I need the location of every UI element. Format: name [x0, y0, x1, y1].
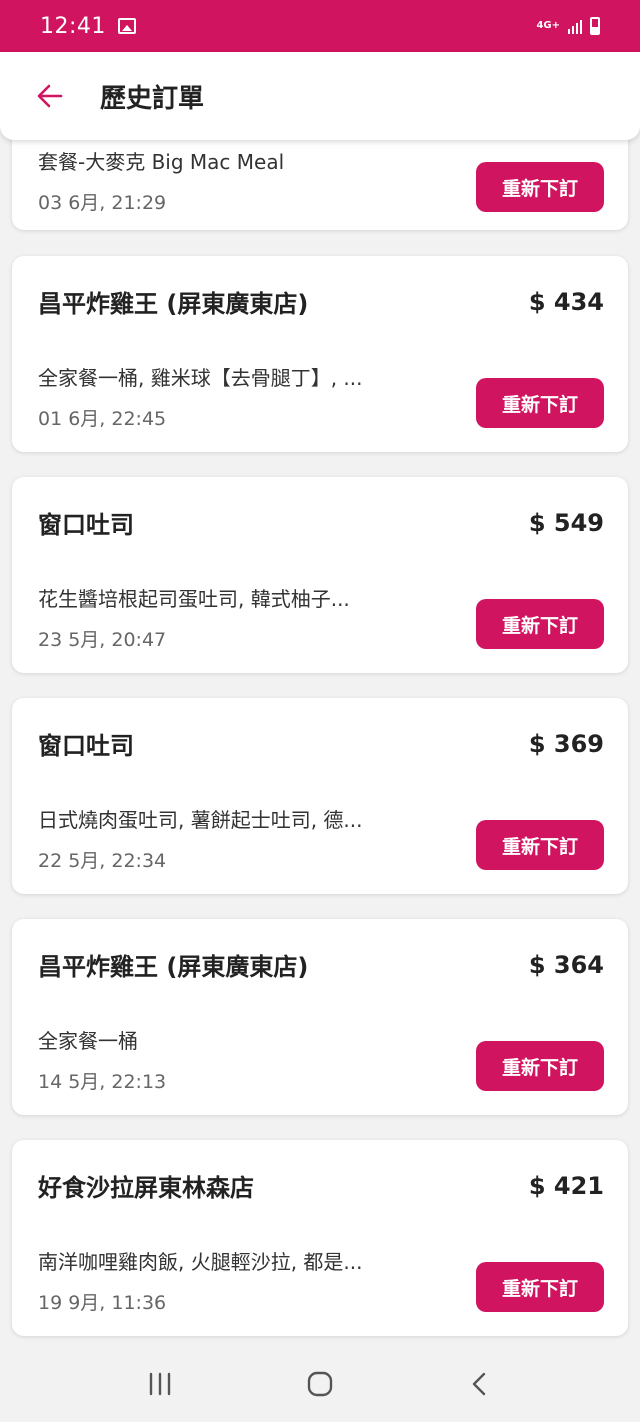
store-name: 昌平炸雞王 (屏東廣東店): [38, 953, 309, 981]
order-list[interactable]: 套餐-大麥克 Big Mac Meal 03 6月, 21:29 重新下訂 昌平…: [0, 140, 640, 1346]
order-card: 昌平炸雞王 (屏東廣東店) $ 434 全家餐一桶, 雞米球【去骨腿丁】, ..…: [12, 256, 628, 452]
order-items: 日式燒肉蛋吐司, 薯餅起士吐司, 德...: [38, 808, 363, 832]
home-button[interactable]: [290, 1354, 350, 1414]
system-nav-bar: [0, 1346, 640, 1422]
network-label: 4G+: [536, 20, 560, 31]
order-price: $ 369: [528, 729, 604, 758]
store-name: 窗口吐司: [38, 732, 134, 760]
chevron-left-icon: [472, 1372, 486, 1396]
order-card: 好食沙拉屏東林森店 $ 421 南洋咖哩雞肉飯, 火腿輕沙拉, 都是... 19…: [12, 1140, 628, 1336]
reorder-button[interactable]: 重新下訂: [476, 820, 604, 870]
card-header: 窗口吐司 $ 369: [38, 726, 604, 761]
reorder-button[interactable]: 重新下訂: [476, 1041, 604, 1091]
store-name: 窗口吐司: [38, 511, 134, 539]
battery-icon: [590, 17, 600, 35]
card-header: 昌平炸雞王 (屏東廣東店) $ 364: [38, 947, 604, 982]
image-icon: [117, 18, 136, 34]
order-price: $ 434: [528, 287, 604, 316]
order-items: 南洋咖哩雞肉飯, 火腿輕沙拉, 都是...: [38, 1250, 363, 1274]
order-date: 01 6月, 22:45: [38, 408, 167, 430]
order-card: 窗口吐司 $ 549 花生醬培根起司蛋吐司, 韓式柚子... 23 5月, 20…: [12, 477, 628, 673]
app-bar: 歷史訂單: [0, 52, 640, 140]
reorder-button[interactable]: 重新下訂: [476, 599, 604, 649]
status-time: 12:41: [40, 13, 106, 39]
order-price: $ 421: [528, 1171, 604, 1200]
order-card: 套餐-大麥克 Big Mac Meal 03 6月, 21:29 重新下訂: [12, 140, 628, 230]
status-bar: 12:41 4G+: [0, 0, 640, 52]
page-title: 歷史訂單: [100, 83, 205, 114]
order-items: 花生醬培根起司蛋吐司, 韓式柚子...: [38, 587, 350, 611]
order-items: 套餐-大麥克 Big Mac Meal: [38, 150, 285, 174]
reorder-button[interactable]: 重新下訂: [476, 378, 604, 428]
store-name: 好食沙拉屏東林森店: [38, 1174, 254, 1202]
card-header: 昌平炸雞王 (屏東廣東店) $ 434: [38, 284, 604, 319]
reorder-button[interactable]: 重新下訂: [476, 1262, 604, 1312]
order-price: $ 364: [528, 950, 604, 979]
order-date: 19 9月, 11:36: [38, 1292, 167, 1314]
order-card: 窗口吐司 $ 369 日式燒肉蛋吐司, 薯餅起士吐司, 德... 22 5月, …: [12, 698, 628, 894]
status-right: 4G+: [536, 17, 600, 35]
order-items: 全家餐一桶, 雞米球【去骨腿丁】, ...: [38, 366, 363, 390]
reorder-button[interactable]: 重新下訂: [476, 162, 604, 212]
recent-apps-icon: [149, 1372, 171, 1396]
order-date: 22 5月, 22:34: [38, 850, 167, 872]
order-items: 全家餐一桶: [38, 1029, 138, 1053]
status-left: 12:41: [40, 14, 136, 39]
recent-apps-button[interactable]: [130, 1354, 190, 1414]
store-name: 昌平炸雞王 (屏東廣東店): [38, 290, 309, 318]
back-button[interactable]: [0, 52, 100, 140]
nav-back-button[interactable]: [450, 1354, 510, 1414]
arrow-left-icon: [37, 84, 63, 108]
signal-icon: [568, 18, 582, 34]
card-header: 好食沙拉屏東林森店 $ 421: [38, 1168, 604, 1203]
order-date: 14 5月, 22:13: [38, 1071, 167, 1093]
order-price: $ 549: [528, 508, 604, 537]
home-icon: [307, 1371, 333, 1397]
card-header: 窗口吐司 $ 549: [38, 505, 604, 540]
order-card: 昌平炸雞王 (屏東廣東店) $ 364 全家餐一桶 14 5月, 22:13 重…: [12, 919, 628, 1115]
order-date: 03 6月, 21:29: [38, 192, 167, 214]
order-date: 23 5月, 20:47: [38, 629, 167, 651]
